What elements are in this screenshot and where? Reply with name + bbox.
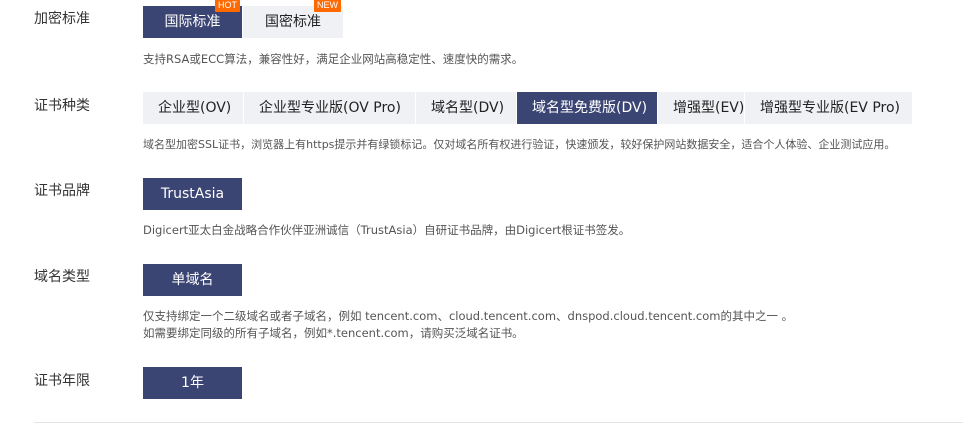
domain-type-description-line1: 仅支持绑定一个二级域名或者子域名，例如 tencent.com、cloud.te…	[143, 309, 794, 323]
option-label: 域名型免费版(DV)	[532, 100, 648, 116]
encryption-option-international[interactable]: 国际标准 HOT	[143, 0, 243, 38]
cert-type-option-dv-free[interactable]: 域名型免费版(DV)	[517, 92, 658, 124]
years-label: 证书年限	[34, 373, 90, 389]
option-label: 增强型专业版(EV Pro)	[760, 100, 901, 116]
option-label: 国密标准	[265, 14, 321, 30]
option-label: 企业型(OV)	[158, 100, 232, 116]
option-label: 企业型专业版(OV Pro)	[259, 100, 401, 116]
encryption-options: 国际标准 HOT 国密标准 NEW	[143, 0, 344, 38]
brand-options: TrustAsia	[143, 178, 243, 210]
option-label: TrustAsia	[160, 186, 225, 202]
years-option-1[interactable]: 1年	[143, 367, 243, 399]
encryption-label: 加密标准	[34, 11, 90, 27]
cert-type-option-ov-pro[interactable]: 企业型专业版(OV Pro)	[244, 92, 416, 124]
cert-type-option-ev-pro[interactable]: 增强型专业版(EV Pro)	[745, 92, 913, 124]
domain-type-label: 域名类型	[34, 269, 90, 285]
cert-type-option-ov[interactable]: 企业型(OV)	[143, 92, 244, 124]
cert-type-option-dv[interactable]: 域名型(DV)	[416, 92, 517, 124]
option-label: 单域名	[171, 272, 214, 288]
cert-type-option-ev[interactable]: 增强型(EV)	[658, 92, 745, 124]
brand-description: Digicert亚太白金战略合作伙伴亚洲诚信（TrustAsia）自研证书品牌，…	[143, 223, 631, 237]
cert-type-options: 企业型(OV) 企业型专业版(OV Pro) 域名型(DV) 域名型免费版(DV…	[143, 92, 913, 124]
encryption-option-national[interactable]: 国密标准 NEW	[243, 0, 344, 38]
option-label: 增强型(EV)	[673, 100, 745, 116]
option-label: 域名型(DV)	[431, 100, 505, 116]
domain-type-option-single[interactable]: 单域名	[143, 264, 243, 296]
encryption-description: 支持RSA或ECC算法，兼容性好，满足企业网站高稳定性、速度快的需求。	[143, 52, 524, 66]
option-label: 1年	[181, 375, 204, 391]
domain-type-description-line2: 如需要绑定同级的所有子域名，例如*.tencent.com，请购买泛域名证书。	[143, 326, 524, 340]
domain-type-options: 单域名	[143, 264, 243, 296]
cert-type-description: 域名型加密SSL证书，浏览器上有https提示并有绿锁标记。仅对域名所有权进行验…	[143, 138, 896, 151]
section-divider	[34, 422, 963, 423]
hot-badge: HOT	[215, 0, 240, 12]
new-badge: NEW	[314, 0, 341, 12]
brand-option-trustasia[interactable]: TrustAsia	[143, 178, 243, 210]
years-options: 1年	[143, 367, 243, 399]
brand-label: 证书品牌	[34, 183, 90, 199]
option-label: 国际标准	[164, 14, 221, 30]
cert-type-label: 证书种类	[34, 98, 90, 114]
